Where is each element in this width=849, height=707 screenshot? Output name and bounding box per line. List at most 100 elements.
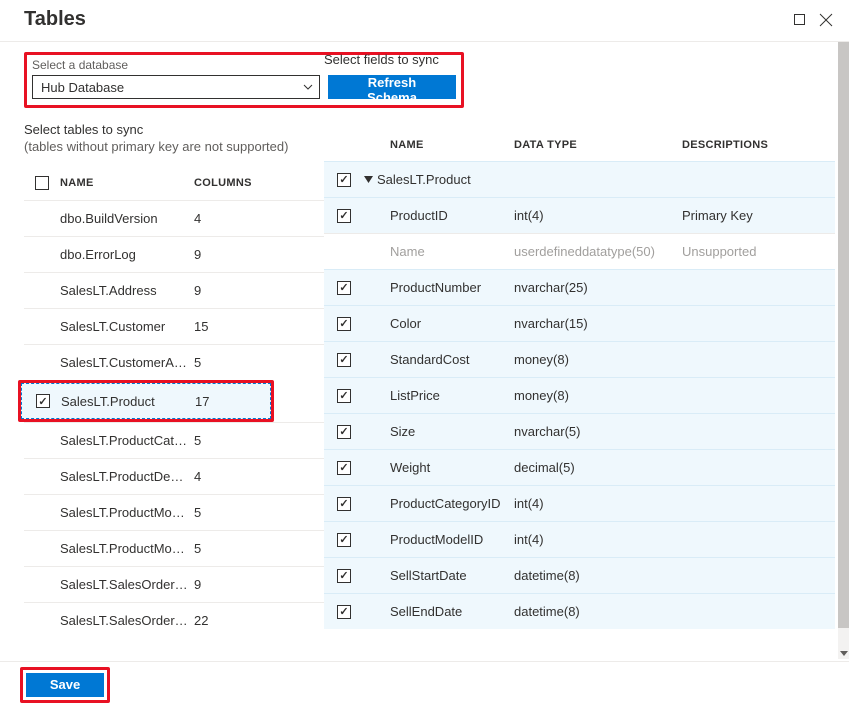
table-row[interactable]: SalesLT.Product17 <box>21 383 271 419</box>
close-icon[interactable] <box>819 13 833 27</box>
fields-body: SalesLT.Product ProductIDint(4)Primary K… <box>324 161 835 629</box>
field-checkbox[interactable] <box>337 209 351 223</box>
table-name: SalesLT.Customer <box>60 319 194 334</box>
field-type: int(4) <box>514 496 682 511</box>
field-row[interactable]: ProductModelIDint(4) <box>324 521 835 557</box>
table-row[interactable]: SalesLT.ProductCateg...5 <box>24 422 324 458</box>
left-pane: Select a database Hub Database Refresh S… <box>0 42 324 659</box>
table-row[interactable]: dbo.BuildVersion4 <box>24 200 324 236</box>
field-type: datetime(8) <box>514 568 682 583</box>
field-type: nvarchar(5) <box>514 424 682 439</box>
field-name: SellStartDate <box>364 568 514 583</box>
table-row[interactable]: SalesLT.CustomerAddr...5 <box>24 344 324 380</box>
field-checkbox[interactable] <box>337 389 351 403</box>
field-checkbox[interactable] <box>337 569 351 583</box>
fields-section-label: Select fields to sync <box>324 52 835 67</box>
field-parent-checkbox[interactable] <box>337 173 351 187</box>
field-row[interactable]: ProductIDint(4)Primary Key <box>324 197 835 233</box>
field-name: StandardCost <box>364 352 514 367</box>
table-row[interactable]: dbo.ErrorLog9 <box>24 236 324 272</box>
fields-header-name: NAME <box>364 139 514 151</box>
tables-section-label: Select tables to sync <box>24 122 324 137</box>
field-row[interactable]: Colornvarchar(15) <box>324 305 835 341</box>
selected-table-highlight: SalesLT.Product17 <box>18 380 274 422</box>
page-title: Tables <box>24 8 86 31</box>
table-name: dbo.ErrorLog <box>60 247 194 262</box>
table-row[interactable]: SalesLT.Address9 <box>24 272 324 308</box>
save-button[interactable]: Save <box>26 673 104 697</box>
field-type: datetime(8) <box>514 604 682 619</box>
field-checkbox[interactable] <box>337 317 351 331</box>
field-name: Color <box>364 316 514 331</box>
field-type: userdefineddatatype(50) <box>514 244 682 259</box>
table-row[interactable]: SalesLT.ProductDescri...4 <box>24 458 324 494</box>
table-column-count: 5 <box>194 541 324 556</box>
field-desc: Unsupported <box>682 244 835 259</box>
table-name: SalesLT.ProductDescri... <box>60 469 194 484</box>
header-bar: Tables <box>0 0 849 42</box>
table-column-count: 22 <box>194 613 324 628</box>
database-dropdown[interactable]: Hub Database <box>32 75 320 99</box>
field-checkbox[interactable] <box>337 353 351 367</box>
table-row[interactable]: SalesLT.SalesOrderHe...22 <box>24 602 324 638</box>
table-column-count: 9 <box>194 247 324 262</box>
table-name: SalesLT.ProductModel <box>60 505 194 520</box>
table-row[interactable]: SalesLT.SalesOrderDet...9 <box>24 566 324 602</box>
fields-header-row: NAME DATA TYPE DESCRIPTIONS <box>324 129 835 161</box>
field-type: int(4) <box>514 208 682 223</box>
field-row[interactable]: StandardCostmoney(8) <box>324 341 835 377</box>
right-pane: Select fields to sync NAME DATA TYPE DES… <box>324 42 849 659</box>
field-name: ProductID <box>364 208 514 223</box>
table-row[interactable]: SalesLT.ProductModel5 <box>24 494 324 530</box>
field-name: Size <box>364 424 514 439</box>
select-all-tables-checkbox[interactable] <box>35 176 49 190</box>
table-name: SalesLT.SalesOrderHe... <box>60 613 194 628</box>
field-type: decimal(5) <box>514 460 682 475</box>
field-checkbox[interactable] <box>337 533 351 547</box>
field-checkbox[interactable] <box>337 281 351 295</box>
tables-header-name: NAME <box>60 177 194 189</box>
field-row[interactable]: SellEndDatedatetime(8) <box>324 593 835 629</box>
field-checkbox[interactable] <box>337 497 351 511</box>
table-row[interactable]: SalesLT.Customer15 <box>24 308 324 344</box>
maximize-icon[interactable] <box>794 14 805 25</box>
chevron-down-icon <box>303 84 313 90</box>
table-checkbox[interactable] <box>36 394 50 408</box>
field-name: ProductModelID <box>364 532 514 547</box>
save-button-highlight: Save <box>20 667 110 703</box>
field-checkbox[interactable] <box>337 461 351 475</box>
window-controls <box>794 13 833 27</box>
field-row[interactable]: Weightdecimal(5) <box>324 449 835 485</box>
field-parent-name: SalesLT.Product <box>377 172 471 187</box>
field-row[interactable]: Sizenvarchar(5) <box>324 413 835 449</box>
scrollbar[interactable] <box>838 42 849 659</box>
field-name: ProductCategoryID <box>364 496 514 511</box>
scrollbar-thumb[interactable] <box>838 42 849 628</box>
scroll-down-icon[interactable] <box>838 648 849 659</box>
field-name: Weight <box>364 460 514 475</box>
table-column-count: 4 <box>194 211 324 226</box>
tables-header-columns: COLUMNS <box>194 177 324 189</box>
field-name: SellEndDate <box>364 604 514 619</box>
table-row[interactable]: SalesLT.ProductModelI...5 <box>24 530 324 566</box>
table-name: SalesLT.CustomerAddr... <box>60 355 194 370</box>
fields-header-type: DATA TYPE <box>514 139 682 151</box>
tables-body: dbo.BuildVersion4dbo.ErrorLog9SalesLT.Ad… <box>24 200 324 638</box>
field-row[interactable]: SellStartDatedatetime(8) <box>324 557 835 593</box>
field-type: int(4) <box>514 532 682 547</box>
field-checkbox[interactable] <box>337 605 351 619</box>
table-name: SalesLT.SalesOrderDet... <box>60 577 194 592</box>
field-name: Name <box>364 244 514 259</box>
field-checkbox[interactable] <box>337 425 351 439</box>
field-type: nvarchar(15) <box>514 316 682 331</box>
field-row[interactable]: ListPricemoney(8) <box>324 377 835 413</box>
field-row[interactable]: ProductCategoryIDint(4) <box>324 485 835 521</box>
field-row[interactable]: ProductNumbernvarchar(25) <box>324 269 835 305</box>
field-name: ProductNumber <box>364 280 514 295</box>
field-parent-row[interactable]: SalesLT.Product <box>324 161 835 197</box>
caret-down-icon <box>364 176 373 183</box>
footer-bar: Save <box>0 661 849 707</box>
table-column-count: 5 <box>194 433 324 448</box>
database-selected-value: Hub Database <box>41 80 124 95</box>
table-name: SalesLT.Address <box>60 283 194 298</box>
